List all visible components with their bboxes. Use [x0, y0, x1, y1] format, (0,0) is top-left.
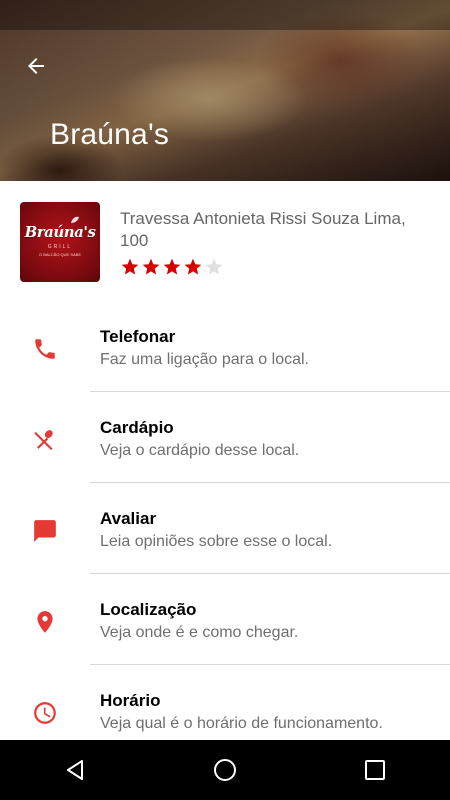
logo-tagline: O BALCÃO QUE SABE [38, 252, 81, 257]
action-localizacao[interactable]: Localização Veja onde é e como chegar. [0, 574, 450, 665]
action-list: Telefonar Faz uma ligação para o local. … [0, 301, 450, 756]
star-filled-icon [184, 258, 202, 275]
arrow-back-icon [28, 58, 44, 74]
rating-stars [120, 257, 224, 277]
action-label: Avaliar [100, 509, 157, 528]
back-button[interactable] [20, 50, 52, 82]
restaurant-logo: Braúna's GRILL O BALCÃO QUE SABE [20, 202, 100, 282]
action-telefonar[interactable]: Telefonar Faz uma ligação para o local. [0, 301, 450, 392]
star-empty-icon [205, 258, 223, 275]
nav-home-icon [214, 759, 236, 781]
action-description: Leia opiniões sobre esse o local. [100, 533, 333, 550]
clock-icon [31, 699, 59, 727]
status-bar [0, 0, 450, 30]
nav-recents-button[interactable] [345, 740, 405, 800]
utensils-icon [31, 426, 59, 454]
nav-back-button[interactable] [45, 740, 105, 800]
action-label: Telefonar [100, 327, 176, 346]
restaurant-address: Travessa Antonieta Rissi Souza Lima, 100 [120, 209, 406, 250]
logo-script: Braúna's [24, 223, 96, 241]
logo-sub: GRILL [47, 244, 73, 250]
action-description: Faz uma ligação para o local. [100, 351, 309, 368]
nav-back-icon [67, 760, 83, 780]
restaurant-info: Braúna's GRILL O BALCÃO QUE SABE Travess… [0, 181, 450, 301]
system-navbar [0, 740, 450, 800]
action-description: Veja o cardápio desse local. [100, 442, 300, 459]
action-avaliar[interactable]: Avaliar Leia opiniões sobre esse o local… [0, 483, 450, 574]
action-description: Veja qual é o horário de funcionamento. [100, 715, 383, 732]
page-title: Braúna's [50, 118, 170, 151]
action-label: Horário [100, 691, 161, 710]
action-label: Localização [100, 600, 197, 619]
star-filled-icon [163, 258, 181, 275]
action-description: Veja onde é e como chegar. [100, 624, 299, 641]
nav-home-button[interactable] [195, 740, 255, 800]
action-label: Cardápio [100, 418, 174, 437]
leaf-icon [71, 216, 79, 223]
star-filled-icon [142, 258, 160, 275]
chat-bubble-icon [31, 517, 59, 545]
phone-icon [31, 335, 59, 363]
nav-recents-icon [365, 760, 385, 780]
action-cardapio[interactable]: Cardápio Veja o cardápio desse local. [0, 392, 450, 483]
location-pin-icon [31, 608, 59, 636]
header-banner: Braúna's [0, 0, 450, 181]
star-filled-icon [121, 258, 139, 275]
